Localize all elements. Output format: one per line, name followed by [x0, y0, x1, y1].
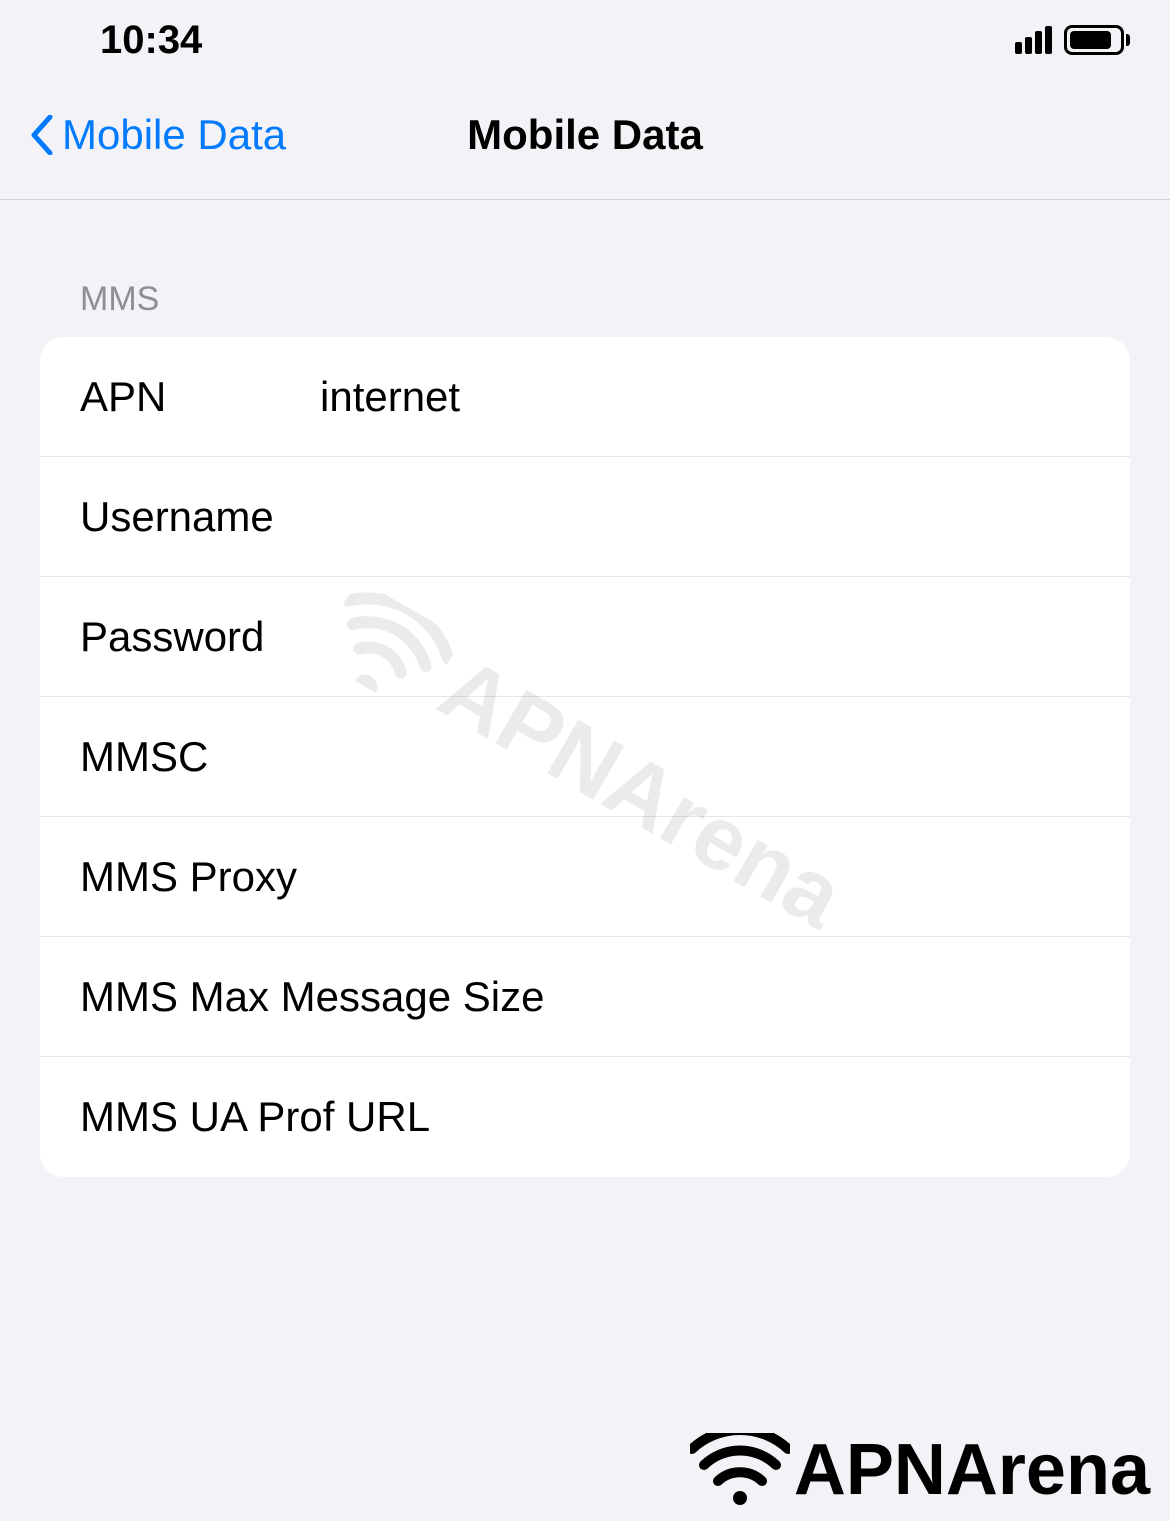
username-row[interactable]: Username: [40, 457, 1130, 577]
mms-ua-prof-row[interactable]: MMS UA Prof URL: [40, 1057, 1130, 1177]
apn-row[interactable]: APN: [40, 337, 1130, 457]
status-indicators: [1015, 25, 1130, 55]
mms-ua-prof-label: MMS UA Prof URL: [80, 1093, 1090, 1141]
cellular-signal-icon: [1015, 26, 1052, 54]
chevron-left-icon: [30, 115, 54, 155]
battery-icon: [1064, 25, 1130, 55]
brand-footer: APNArena: [690, 1429, 1150, 1511]
password-input[interactable]: [320, 613, 1090, 661]
password-row[interactable]: Password: [40, 577, 1130, 697]
mms-settings-group: APN Username Password MMSC MMS Proxy MMS…: [40, 337, 1130, 1177]
navigation-bar: Mobile Data Mobile Data: [0, 80, 1170, 200]
back-label: Mobile Data: [62, 111, 286, 159]
username-input[interactable]: [320, 493, 1090, 541]
mmsc-row[interactable]: MMSC: [40, 697, 1130, 817]
mms-proxy-label: MMS Proxy: [80, 853, 549, 901]
mms-max-size-label: MMS Max Message Size: [80, 973, 1090, 1021]
mms-proxy-row[interactable]: MMS Proxy: [40, 817, 1130, 937]
mms-proxy-input[interactable]: [549, 853, 1090, 901]
mmsc-label: MMSC: [80, 733, 320, 781]
mms-max-size-row[interactable]: MMS Max Message Size: [40, 937, 1130, 1057]
wifi-icon: [690, 1433, 790, 1508]
mmsc-input[interactable]: [320, 733, 1090, 781]
section-header-mms: MMS: [0, 200, 1170, 337]
password-label: Password: [80, 613, 320, 661]
apn-input[interactable]: [320, 373, 1090, 421]
apn-label: APN: [80, 373, 320, 421]
status-bar: 10:34: [0, 0, 1170, 80]
username-label: Username: [80, 493, 320, 541]
page-title: Mobile Data: [467, 111, 703, 159]
status-time: 10:34: [100, 18, 202, 63]
back-button[interactable]: Mobile Data: [30, 111, 286, 159]
